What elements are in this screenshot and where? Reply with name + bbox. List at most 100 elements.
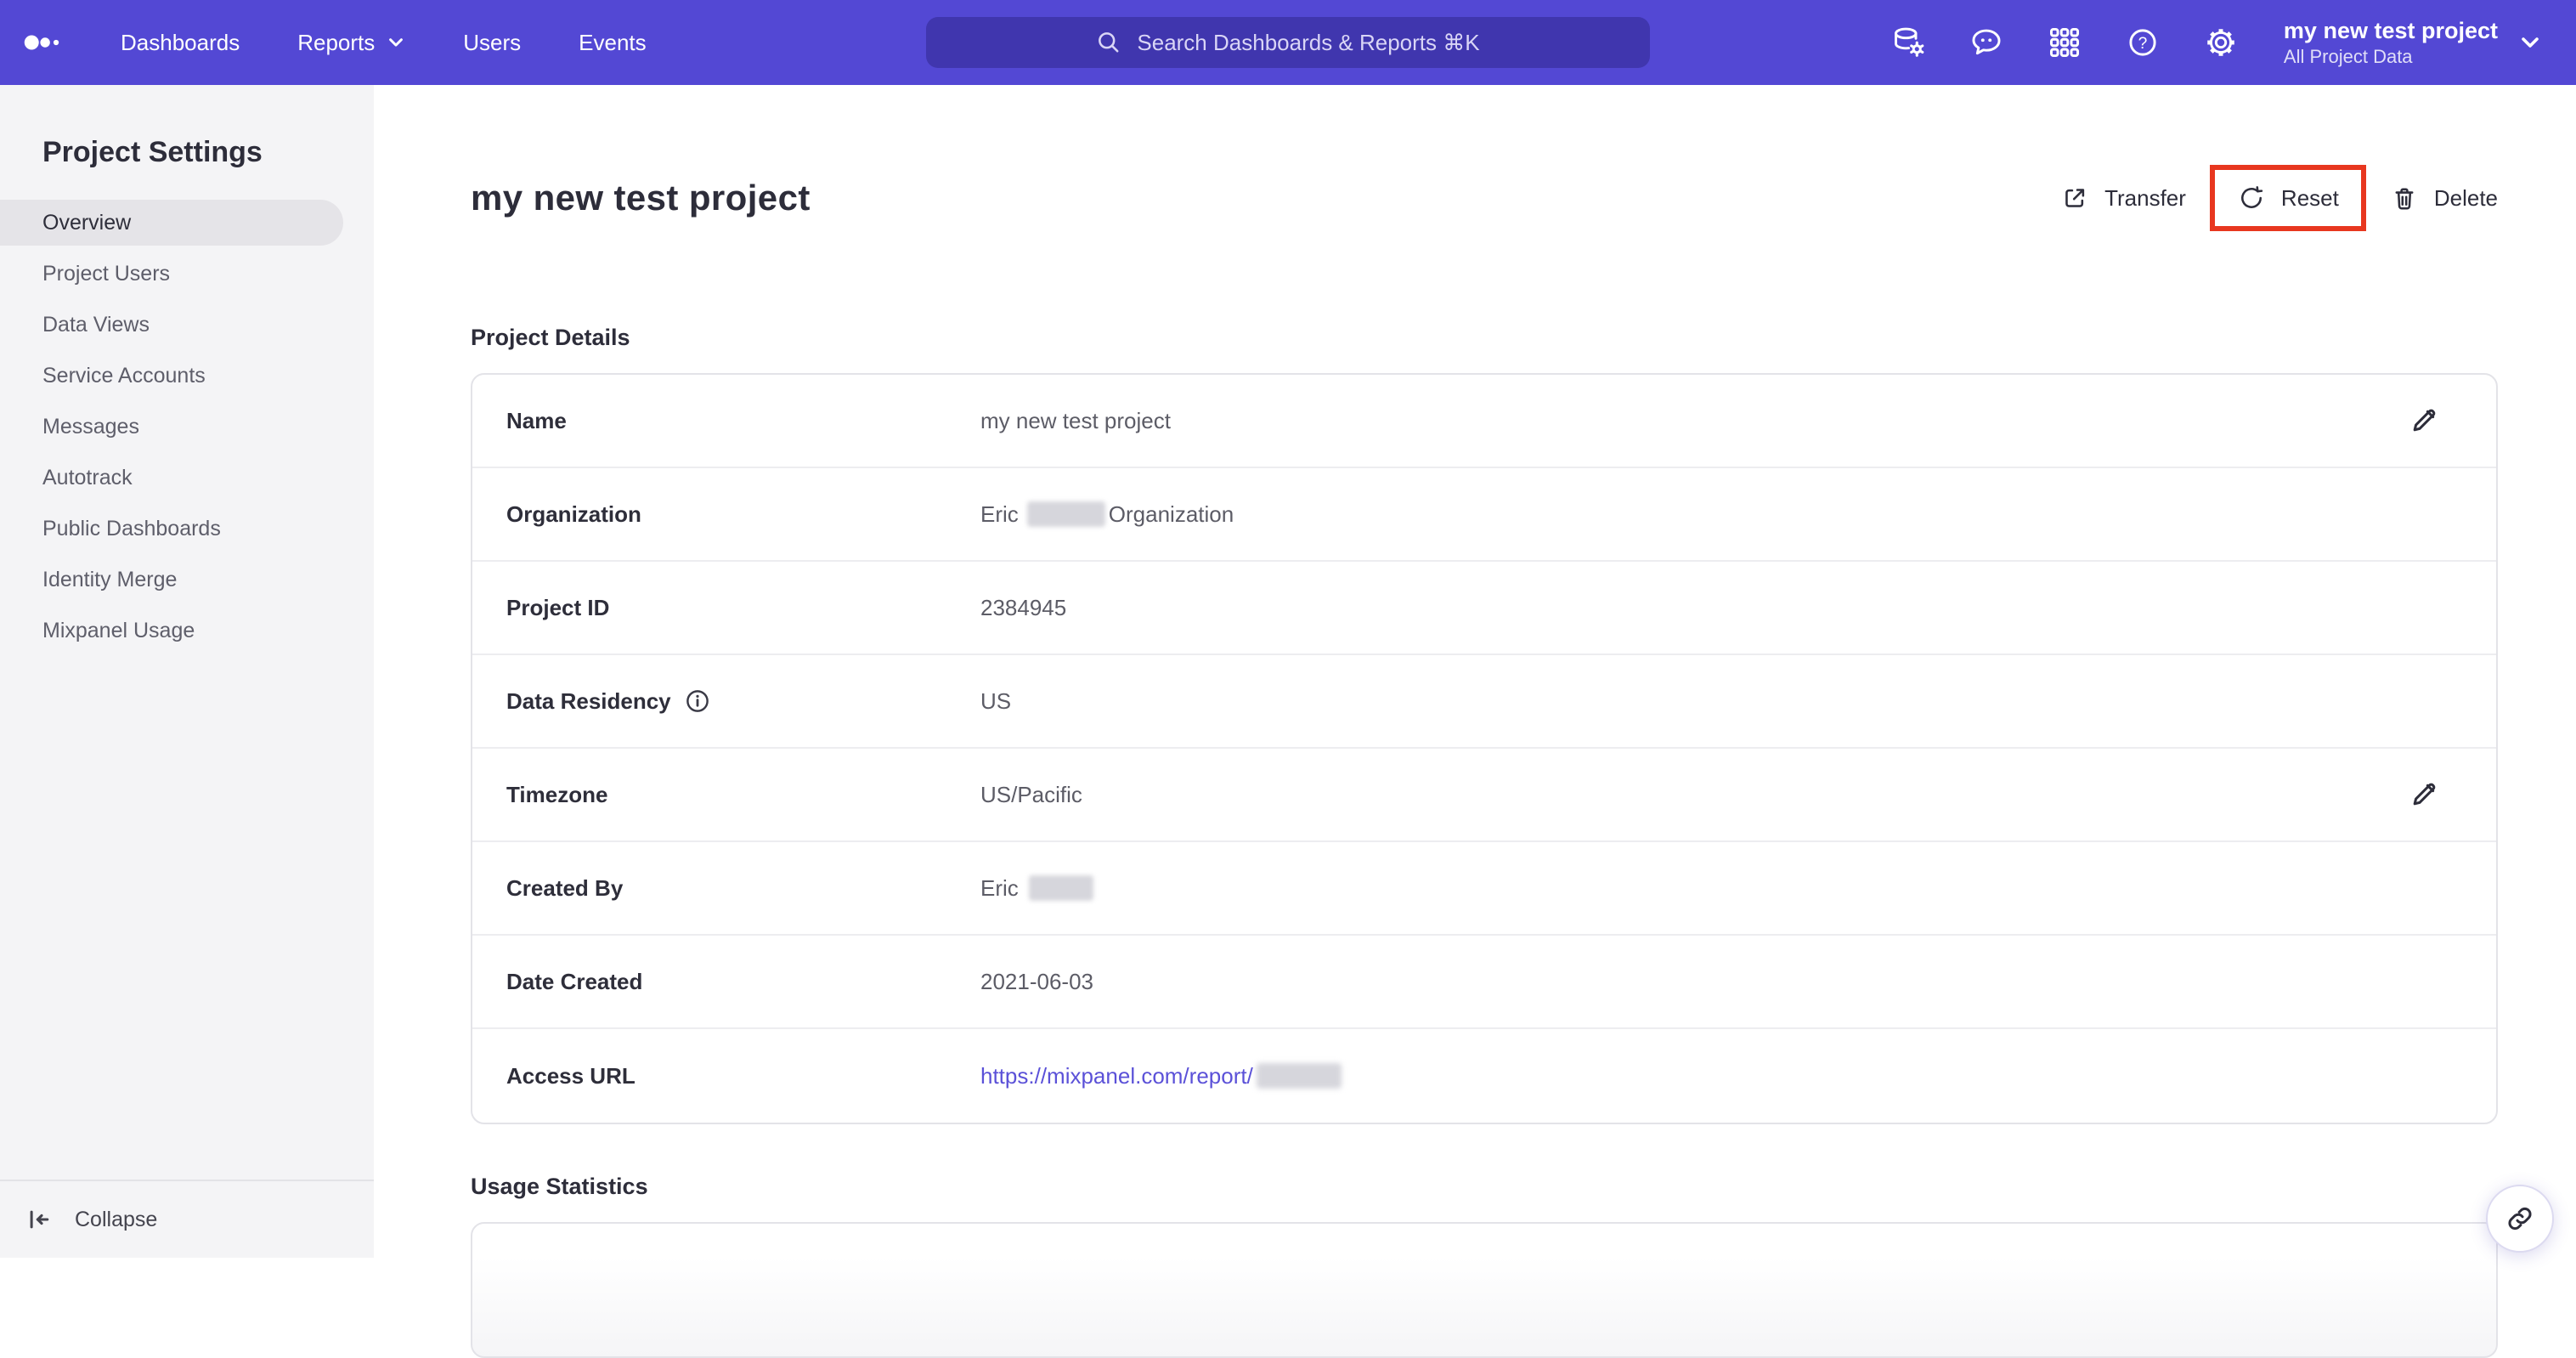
search-input[interactable]: Search Dashboards & Reports ⌘K	[926, 17, 1650, 68]
reset-refresh-icon	[2237, 184, 2266, 212]
nav-item-label: Dashboards	[121, 29, 240, 55]
usage-heading: Usage Statistics	[471, 1174, 648, 1199]
search-icon	[1096, 30, 1121, 55]
sidebar-item-label: Data Views	[42, 312, 150, 337]
messages-icon[interactable]	[1968, 24, 2005, 61]
label-text: Date Created	[506, 968, 643, 994]
info-icon[interactable]	[685, 688, 710, 714]
sidebar-item-autotrack[interactable]: Autotrack	[0, 455, 343, 501]
main-content: my new test project Transfer Reset Delet…	[374, 85, 2576, 1358]
row-label: Access URL	[506, 1063, 980, 1089]
sidebar-nav: Overview Project Users Data Views Servic…	[0, 200, 374, 654]
sidebar-item-identity-merge[interactable]: Identity Merge	[0, 557, 343, 603]
reset-button[interactable]: Reset	[2237, 184, 2339, 212]
delete-label: Delete	[2433, 184, 2498, 211]
value-text: 2384945	[980, 594, 1067, 620]
label-text: Name	[506, 407, 567, 433]
row-organization: Organization Eric Organization	[472, 468, 2496, 562]
sidebar-item-public-dashboards[interactable]: Public Dashboards	[0, 506, 343, 552]
edit-pencil-icon[interactable]	[2408, 404, 2442, 438]
project-scope: All Project Data	[2283, 46, 2413, 68]
sidebar-item-label: Autotrack	[42, 465, 133, 489]
nav-right-cluster: ? my new test project All Project Data	[1890, 16, 2542, 68]
svg-text:?: ?	[2138, 35, 2148, 53]
sidebar-item-service-accounts[interactable]: Service Accounts	[0, 353, 343, 399]
nav-item-events[interactable]: Events	[579, 30, 647, 56]
row-value: 2384945	[980, 595, 1066, 621]
row-value: my new test project	[980, 408, 1171, 434]
project-selector-text: my new test project All Project Data	[2284, 16, 2498, 68]
chevron-down-icon	[387, 33, 405, 52]
row-value: Eric	[980, 875, 1093, 902]
details-heading: Project Details	[471, 325, 630, 350]
help-icon[interactable]: ?	[2124, 24, 2161, 61]
settings-gear-icon[interactable]	[2202, 24, 2240, 61]
row-label: Date Created	[506, 969, 980, 995]
row-access-url: Access URL https://mixpanel.com/report/	[472, 1029, 2496, 1123]
sidebar-item-project-users[interactable]: Project Users	[0, 251, 343, 297]
transfer-label: Transfer	[2104, 184, 2186, 211]
sidebar-item-messages[interactable]: Messages	[0, 404, 343, 450]
label-text: Access URL	[506, 1062, 636, 1089]
row-project-id: Project ID 2384945	[472, 562, 2496, 655]
project-actions: Transfer Reset Delete	[2060, 165, 2498, 231]
row-label: Organization	[506, 501, 980, 528]
project-details-card: Name my new test project Organization Er…	[471, 373, 2498, 1124]
sidebar-item-label: Identity Merge	[42, 567, 178, 591]
mixpanel-logo-icon[interactable]	[24, 32, 65, 53]
copy-link-button[interactable]	[2486, 1185, 2554, 1253]
sidebar-item-data-views[interactable]: Data Views	[0, 302, 343, 348]
usage-statistics-card	[471, 1222, 2498, 1358]
search-placeholder: Search Dashboards & Reports ⌘K	[1137, 29, 1480, 55]
row-value: US	[980, 688, 1011, 715]
chevron-down-icon	[2518, 31, 2542, 54]
value-text: 2021-06-03	[980, 968, 1093, 994]
label-text: Data Residency	[506, 687, 671, 714]
row-label: Timezone	[506, 782, 980, 808]
page-title: my new test project	[471, 178, 811, 218]
project-selector[interactable]: my new test project All Project Data	[2284, 16, 2542, 68]
nav-item-users[interactable]: Users	[463, 30, 521, 56]
collapse-label: Collapse	[75, 1207, 158, 1231]
row-name: Name my new test project	[472, 375, 2496, 468]
row-value: US/Pacific	[980, 782, 1082, 808]
redacted-blur	[1026, 501, 1105, 527]
value-text: US/Pacific	[980, 781, 1082, 807]
row-value: Eric Organization	[980, 501, 1234, 528]
delete-button[interactable]: Delete	[2390, 184, 2498, 212]
reset-label: Reset	[2280, 184, 2339, 211]
primary-nav: Dashboards Reports Users Events	[121, 30, 647, 56]
sidebar-item-label: Public Dashboards	[42, 516, 221, 540]
edit-pencil-icon[interactable]	[2408, 778, 2442, 812]
value-text: my new test project	[980, 407, 1171, 433]
sidebar-item-overview[interactable]: Overview	[0, 200, 343, 246]
sidebar-item-label: Messages	[42, 414, 139, 439]
nav-item-dashboards[interactable]: Dashboards	[121, 30, 240, 56]
nav-item-label: Reports	[297, 29, 376, 55]
transfer-button[interactable]: Transfer	[2060, 184, 2186, 212]
row-value: https://mixpanel.com/report/	[980, 1063, 1342, 1089]
sidebar-item-mixpanel-usage[interactable]: Mixpanel Usage	[0, 608, 343, 654]
nav-item-reports[interactable]: Reports	[297, 30, 405, 56]
label-text: Project ID	[506, 594, 610, 620]
row-created-by: Created By Eric	[472, 842, 2496, 936]
data-management-icon[interactable]	[1890, 24, 1927, 61]
row-date-created: Date Created 2021-06-03	[472, 936, 2496, 1029]
collapse-sidebar-button[interactable]: Collapse	[0, 1180, 374, 1258]
transfer-icon	[2060, 184, 2089, 212]
project-name: my new test project	[2283, 18, 2498, 44]
trash-icon	[2390, 184, 2419, 212]
reset-button-highlight: Reset	[2209, 165, 2366, 231]
apps-grid-icon[interactable]	[2046, 24, 2083, 61]
nav-item-label: Users	[463, 29, 522, 55]
sidebar-item-label: Overview	[42, 210, 132, 235]
sidebar-item-label: Mixpanel Usage	[42, 618, 195, 642]
label-text: Created By	[506, 874, 624, 901]
nav-item-label: Events	[579, 29, 647, 55]
redacted-blur	[1256, 1063, 1342, 1089]
app-shell: Project Settings Overview Project Users …	[0, 85, 2576, 1358]
top-navbar: Dashboards Reports Users Events Search D…	[0, 0, 2576, 85]
label-text: Timezone	[506, 781, 608, 807]
access-url-link[interactable]: https://mixpanel.com/report/	[980, 1063, 1253, 1089]
row-label: Name	[506, 408, 980, 434]
